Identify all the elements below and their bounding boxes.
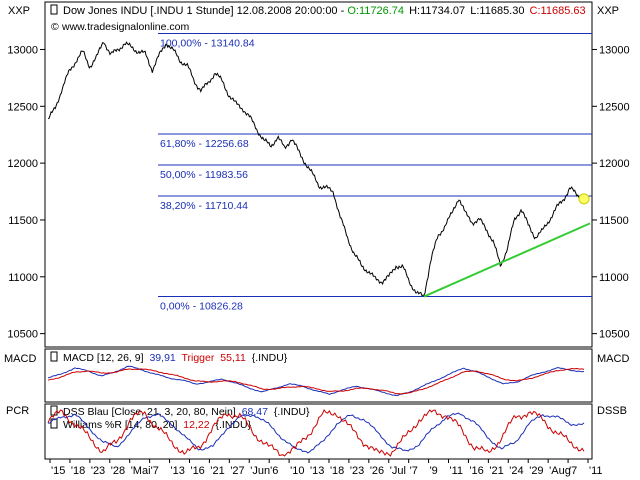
header-low: L:11685.30 <box>470 5 524 17</box>
stoch-right-label: DSSB <box>597 405 627 417</box>
y-tick-label-right: 11000 <box>599 272 629 284</box>
x-axis: '15'18'23'28 'Mai '7'13'16'21'27 'Jun '6'10 '… <box>49 459 603 477</box>
x-tick-label: '9 <box>430 465 438 477</box>
header-high: H:11734.07 <box>409 5 465 17</box>
x-tick-label: 'Jun <box>250 465 270 477</box>
x-tick-label: '28 <box>111 465 125 477</box>
x-tick-label: '7 <box>410 465 418 477</box>
header-open: O:11726.74 <box>347 5 404 17</box>
macd-value: 39,91 <box>149 352 175 364</box>
x-tick-label: '27 <box>230 465 244 477</box>
x-tick-label: '15 <box>51 465 65 477</box>
x-tick-label: '7 <box>151 465 159 477</box>
dss-source: {.INDU} <box>274 406 310 418</box>
williams-value: 12,22 <box>183 419 209 431</box>
x-tick-label: '16 <box>469 465 483 477</box>
y-tick-label-left: 13000 <box>7 44 38 56</box>
y-tick-label-left: 11500 <box>8 215 38 227</box>
y-tick-label-right: 10500 <box>599 329 630 341</box>
copyright-icon: © <box>51 21 59 33</box>
website-label: www.tradesignalonline.com <box>61 21 189 33</box>
y-tick-label-right: 11500 <box>599 215 629 227</box>
y-tick-label-right: 12000 <box>599 158 630 170</box>
x-tick-label: '10 <box>290 465 304 477</box>
y-tick-label-left: 12500 <box>7 101 38 113</box>
macd-legend: MACD [12, 26, 9] 39,91 Trigger 55,11 {.I… <box>63 352 288 364</box>
x-tick-label: '23 <box>91 465 105 477</box>
dss-name: DSS Blau [Close, 21, 3, 20, 80, Nein] <box>63 406 236 418</box>
header-title: Dow Jones INDU [.INDU 1 Stunde] 12.08.20… <box>63 5 345 17</box>
x-tick-label: '24 <box>509 465 523 477</box>
trigger-value: 55,11 <box>220 352 246 364</box>
x-tick-label: '18 <box>330 465 344 477</box>
x-tick-label: '23 <box>350 465 364 477</box>
trigger-name: Trigger <box>181 352 214 364</box>
x-tick-label: '21 <box>489 465 503 477</box>
y-tick-label-right: 12500 <box>599 101 630 113</box>
x-tick-label: '11 <box>589 465 603 477</box>
macd-title: MACD [12, 26, 9] <box>63 352 144 364</box>
x-tick-label: 'Aug <box>549 465 571 477</box>
x-tick-label: '13 <box>310 465 324 477</box>
y-tick-label-left: 10500 <box>7 329 38 341</box>
axis-left-label: XXP <box>8 5 30 17</box>
x-tick-label: 'Mai <box>131 465 151 477</box>
macd-left-label: MACD <box>4 353 36 365</box>
y-tick-label-left: 11000 <box>8 272 38 284</box>
x-tick-label: '11 <box>450 465 464 477</box>
x-tick-label: '6 <box>270 465 278 477</box>
price-panel <box>44 1 593 348</box>
chart: Dow Jones INDU [.INDU 1 Stunde] 12.08.20… <box>4 1 630 477</box>
x-tick-label: '16 <box>190 465 204 477</box>
williams-legend: Williams %R [14, 80, 20] 12,22 {.INDU} <box>63 419 252 431</box>
fib-label: 38,20% - 11710.44 <box>160 200 248 212</box>
macd-right-label: MACD <box>597 353 629 365</box>
svg-text:Dow Jones INDU [.INDU 1 Stund: Dow Jones INDU [.INDU 1 Stunde] 12.08.20… <box>63 5 586 17</box>
x-tick-label: '18 <box>71 465 85 477</box>
x-tick-label: '29 <box>529 465 543 477</box>
y-tick-label-right: 13000 <box>599 44 630 56</box>
axis-right-label: XXP <box>597 5 619 17</box>
fib-label: 100,00% - 13140.84 <box>160 37 255 49</box>
header-close: C:11685.63 <box>530 5 586 17</box>
y-tick-label-left: 12000 <box>7 158 38 170</box>
stoch-left-label: PCR <box>6 405 29 417</box>
last-price-marker <box>578 193 590 205</box>
x-tick-label: '21 <box>210 465 224 477</box>
x-tick-label: '7 <box>569 465 577 477</box>
x-tick-label: '26 <box>370 465 384 477</box>
dss-legend: DSS Blau [Close, 21, 3, 20, 80, Nein] 68… <box>63 406 310 418</box>
fib-label: 50,00% - 11983.56 <box>160 169 248 181</box>
x-tick-label: 'Jul <box>390 465 406 477</box>
fib-label: 0,00% - 10826.28 <box>160 301 243 313</box>
x-tick-label: '13 <box>171 465 185 477</box>
macd-source: {.INDU} <box>252 352 288 364</box>
fib-label: 61,80% - 12256.68 <box>160 138 249 150</box>
